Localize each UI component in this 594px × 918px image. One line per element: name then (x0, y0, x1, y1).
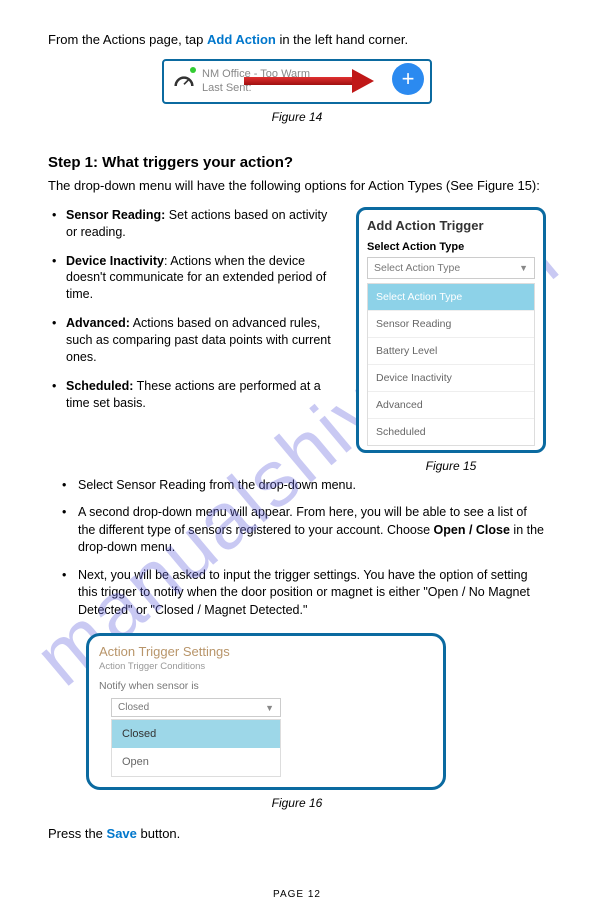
dropdown-option[interactable]: Advanced (368, 392, 534, 419)
sensor-state-dropdown: Closed Open (111, 719, 281, 777)
sensor-state-select[interactable]: Closed▼ (111, 698, 281, 717)
red-arrow-icon (244, 71, 374, 91)
dropdown-option[interactable]: Closed (112, 720, 280, 748)
fig15-label: Select Action Type (367, 241, 535, 253)
add-action-button[interactable]: + (392, 63, 424, 95)
dropdown-option[interactable]: Sensor Reading (368, 311, 534, 338)
dropdown-option[interactable]: Scheduled (368, 419, 534, 445)
step1-desc: The drop-down menu will have the followi… (48, 177, 546, 195)
action-type-dropdown: Select Action Type Sensor Reading Batter… (367, 283, 535, 446)
action-type-item: Sensor Reading: Set actions based on act… (66, 207, 340, 241)
save-instruction: Press the Save button. (48, 826, 546, 841)
figure-14-caption: Figure 14 (48, 110, 546, 124)
intro-pre: From the Actions page, tap (48, 32, 207, 47)
dropdown-option[interactable]: Select Action Type (368, 284, 534, 311)
instruction-item: A second drop-down menu will appear. Fro… (78, 504, 546, 557)
instruction-item: Select Sensor Reading from the drop-down… (78, 477, 546, 495)
fig16-title: Action Trigger Settings (99, 644, 433, 659)
page-number: PAGE 12 (0, 889, 594, 900)
dropdown-option[interactable]: Battery Level (368, 338, 534, 365)
instruction-item: Next, you will be asked to input the tri… (78, 567, 546, 620)
gauge-icon (174, 74, 194, 88)
dropdown-option[interactable]: Device Inactivity (368, 365, 534, 392)
chevron-down-icon: ▼ (265, 703, 274, 713)
figure-14-card: NM Office - Too Warm Last Sent: + (162, 59, 432, 104)
add-action-bold: Add Action (207, 32, 276, 47)
intro-post: in the left hand corner. (276, 32, 408, 47)
fig16-sub: Action Trigger Conditions (99, 661, 433, 672)
action-type-item: Scheduled: These actions are performed a… (66, 378, 340, 412)
action-type-item: Advanced: Actions based on advanced rule… (66, 315, 340, 366)
figure-15-caption: Figure 15 (356, 459, 546, 473)
chevron-down-icon: ▼ (519, 263, 528, 273)
figure-15-panel: Add Action Trigger Select Action Type Se… (356, 207, 546, 453)
dropdown-option[interactable]: Open (112, 748, 280, 776)
intro-text: From the Actions page, tap Add Action in… (48, 32, 546, 47)
fig16-notify-label: Notify when sensor is (99, 680, 433, 692)
figure-16-caption: Figure 16 (48, 796, 546, 810)
fig15-title: Add Action Trigger (367, 218, 535, 233)
figure-16-panel: Action Trigger Settings Action Trigger C… (86, 633, 446, 790)
step1-heading: Step 1: What triggers your action? (48, 154, 546, 171)
status-dot-icon (190, 67, 196, 73)
action-type-select[interactable]: Select Action Type▼ (367, 257, 535, 279)
action-type-item: Device Inactivity: Actions when the devi… (66, 253, 340, 304)
